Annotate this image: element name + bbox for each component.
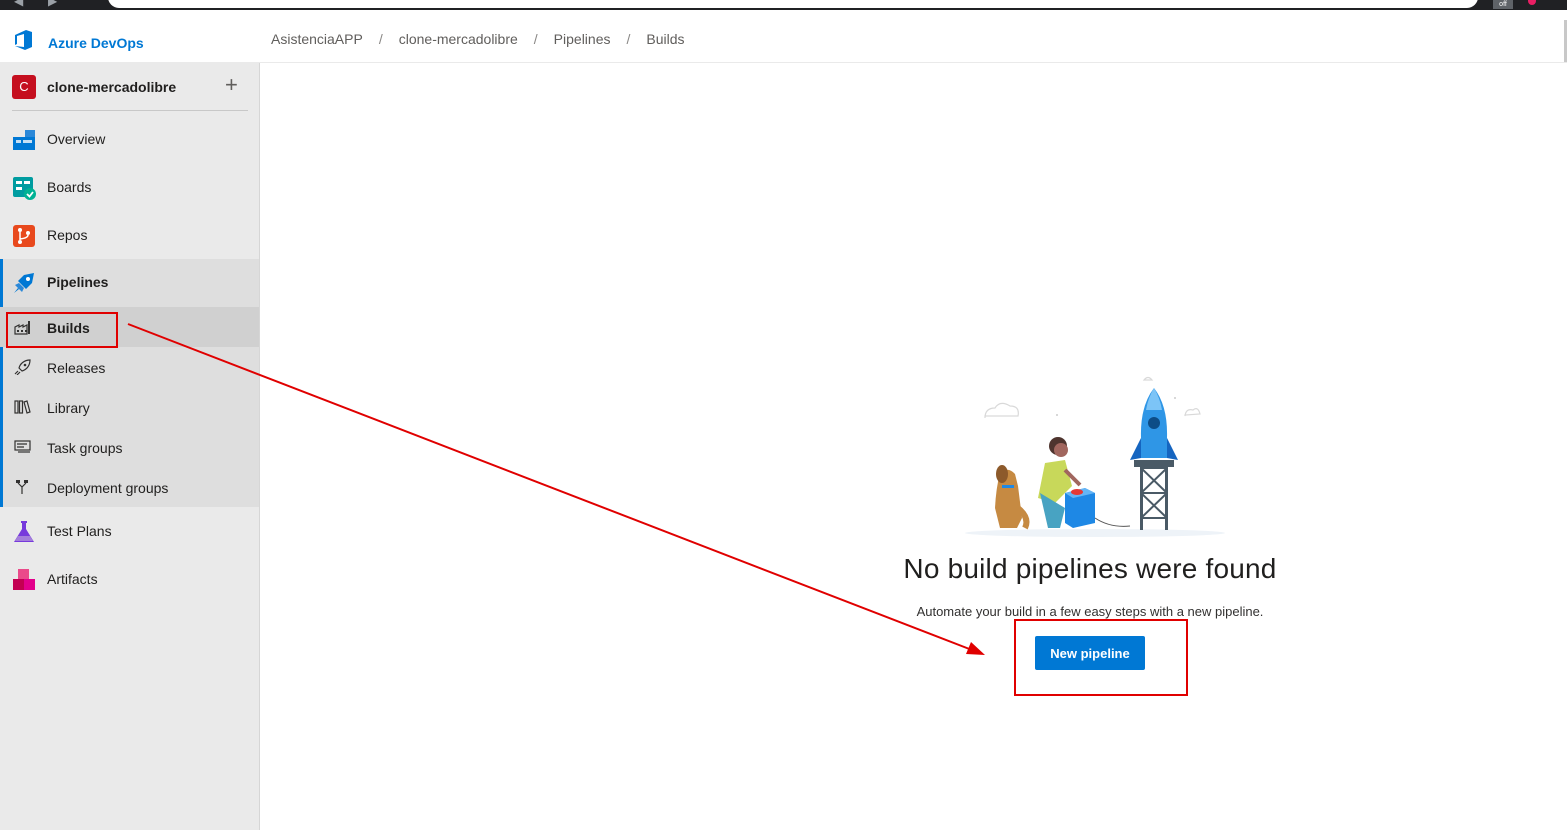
sidebar-item-label: Overview xyxy=(47,131,106,147)
sidebar-item-label: Task groups xyxy=(47,440,123,456)
empty-state-description: Automate your build in a few easy steps … xyxy=(916,604,1264,619)
boards-icon xyxy=(12,176,36,200)
extension-dot-icon[interactable] xyxy=(1528,0,1536,5)
breadcrumb-separator: / xyxy=(533,31,538,47)
add-icon[interactable]: + xyxy=(225,73,238,97)
sidebar-item-label: Pipelines xyxy=(47,274,109,290)
sidebar-item-releases[interactable]: Releases xyxy=(0,347,259,387)
browser-toolbar: ◀ ▶ off xyxy=(0,0,1567,10)
back-icon[interactable]: ◀ xyxy=(14,0,23,8)
project-avatar: C xyxy=(12,75,36,99)
sidebar-item-deployment-groups[interactable]: Deployment groups xyxy=(0,467,259,507)
main-content: No build pipelines were found Automate y… xyxy=(260,63,1567,830)
sidebar-item-label: Library xyxy=(47,400,90,416)
sidebar-item-repos[interactable]: Repos xyxy=(0,212,259,260)
library-icon xyxy=(14,399,32,415)
brand-name: Azure DevOps xyxy=(48,34,144,51)
divider xyxy=(12,110,248,111)
empty-state-title: No build pipelines were found xyxy=(903,553,1277,584)
annotation-highlight-new-pipeline xyxy=(1014,619,1188,696)
sidebar-item-label: Releases xyxy=(47,360,106,376)
breadcrumb-separator: / xyxy=(626,31,631,47)
sidebar-item-artifacts[interactable]: Artifacts xyxy=(0,556,259,604)
breadcrumb-organization[interactable]: AsistenciaAPP xyxy=(271,31,363,47)
sidebar-item-label: Deployment groups xyxy=(47,480,169,496)
rocket-launch-illustration xyxy=(960,368,1230,538)
sidebar-item-label: Repos xyxy=(47,227,88,243)
azure-devops-logo-icon xyxy=(12,28,36,57)
extension-badge[interactable]: off xyxy=(1493,0,1513,9)
pipelines-section: Pipelines Builds Releases Library Task g… xyxy=(0,259,259,507)
sidebar-item-library[interactable]: Library xyxy=(0,387,259,427)
breadcrumb: AsistenciaAPP / clone-mercadolibre / Pip… xyxy=(271,31,685,47)
breadcrumb-builds[interactable]: Builds xyxy=(646,31,684,47)
annotation-highlight-builds xyxy=(6,312,118,348)
project-header[interactable]: C clone-mercadolibre + xyxy=(0,63,259,111)
sidebar-item-label: Boards xyxy=(47,179,92,195)
sidebar-item-label: Test Plans xyxy=(47,523,112,539)
deployment-groups-icon xyxy=(14,479,32,495)
sidebar-item-boards[interactable]: Boards xyxy=(0,164,259,212)
sidebar-item-test-plans[interactable]: Test Plans xyxy=(0,508,259,556)
repos-icon xyxy=(12,224,36,248)
top-header: Azure DevOps AsistenciaAPP / clone-merca… xyxy=(0,10,1567,63)
pipelines-icon xyxy=(12,271,36,295)
task-groups-icon xyxy=(14,439,32,455)
rocket-icon xyxy=(14,359,32,376)
address-bar[interactable] xyxy=(108,0,1478,8)
breadcrumb-separator: / xyxy=(378,31,383,47)
sidebar-item-pipelines[interactable]: Pipelines xyxy=(0,259,259,307)
breadcrumb-project[interactable]: clone-mercadolibre xyxy=(399,31,518,47)
test-plans-icon xyxy=(12,520,36,544)
sidebar: C clone-mercadolibre + Overview Boards R… xyxy=(0,63,260,830)
overview-icon xyxy=(12,128,36,152)
project-name: clone-mercadolibre xyxy=(47,79,177,95)
sidebar-item-overview[interactable]: Overview xyxy=(0,116,259,164)
brand[interactable]: Azure DevOps xyxy=(12,28,144,57)
sidebar-item-label: Artifacts xyxy=(47,571,98,587)
breadcrumb-pipelines[interactable]: Pipelines xyxy=(554,31,611,47)
artifacts-icon xyxy=(12,568,36,592)
forward-icon[interactable]: ▶ xyxy=(48,0,57,8)
sidebar-item-task-groups[interactable]: Task groups xyxy=(0,427,259,467)
